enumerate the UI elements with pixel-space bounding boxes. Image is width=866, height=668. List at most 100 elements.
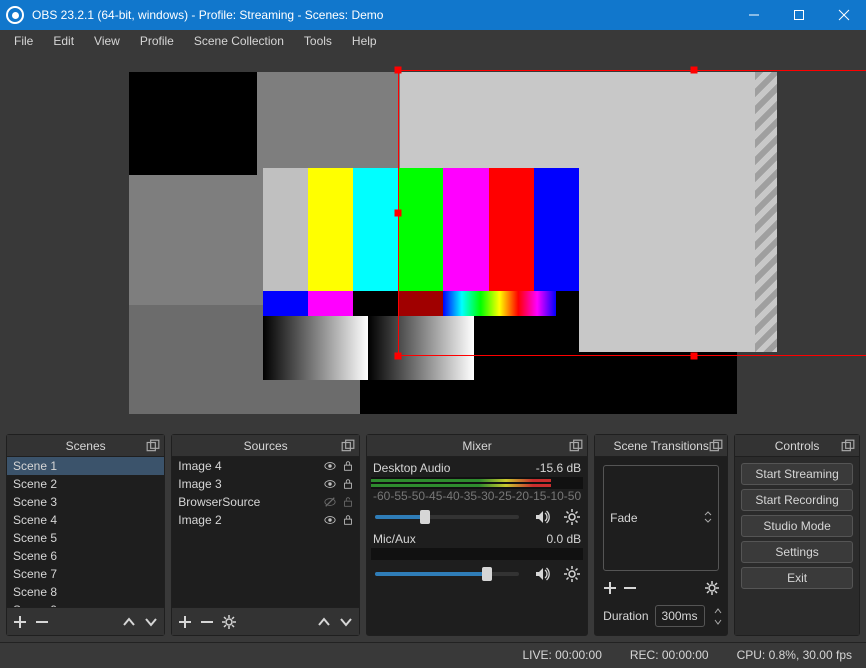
menu-help[interactable]: Help (342, 32, 387, 50)
source-remove-button[interactable] (200, 615, 214, 629)
scene-row[interactable]: Scene 7 (7, 565, 164, 583)
window-minimize-button[interactable] (731, 0, 776, 30)
source-row[interactable]: Image 3 (172, 475, 359, 493)
source-move-down-button[interactable] (339, 615, 353, 629)
dock-detach-icon[interactable] (709, 439, 723, 453)
lock-icon[interactable] (341, 477, 355, 491)
scene-row[interactable]: Scene 5 (7, 529, 164, 547)
scenes-list[interactable]: Scene 1Scene 2Scene 3Scene 4Scene 5Scene… (7, 457, 164, 607)
lock-icon[interactable] (341, 513, 355, 527)
controls-title: Controls (775, 439, 820, 453)
transition-remove-button[interactable] (623, 581, 637, 595)
updown-icon (704, 511, 712, 526)
source-row[interactable]: Image 4 (172, 457, 359, 475)
controls-panel: Controls Start Streaming Start Recording S… (734, 434, 860, 636)
volume-slider[interactable] (375, 572, 519, 576)
statusbar: LIVE: 00:00:00 REC: 00:00:00 CPU: 0.8%, … (0, 642, 866, 666)
menu-profile[interactable]: Profile (130, 32, 184, 50)
menu-file[interactable]: File (4, 32, 43, 50)
scene-row[interactable]: Scene 8 (7, 583, 164, 601)
source-label: Image 2 (176, 513, 319, 527)
preview-selection-outline[interactable] (398, 70, 866, 356)
volume-slider[interactable] (375, 515, 519, 519)
sources-list[interactable]: Image 4 Image 3 BrowserSource Image 2 (172, 457, 359, 607)
mute-button[interactable] (531, 506, 553, 528)
preview-canvas[interactable] (129, 72, 737, 414)
scene-row[interactable]: Scene 6 (7, 547, 164, 565)
window-maximize-button[interactable] (776, 0, 821, 30)
control-button-settings[interactable]: Settings (741, 541, 853, 563)
app-logo-icon (6, 6, 24, 24)
scene-row[interactable]: Scene 1 (7, 457, 164, 475)
duration-value: 300ms (662, 609, 698, 623)
eye-off-icon[interactable] (323, 495, 337, 509)
mixer-channel-db: 0.0 dB (546, 532, 581, 546)
scene-row[interactable]: Scene 2 (7, 475, 164, 493)
transition-properties-button[interactable] (705, 581, 719, 595)
dock-detach-icon[interactable] (146, 439, 160, 453)
scene-row[interactable]: Scene 3 (7, 493, 164, 511)
titlebar: OBS 23.2.1 (64-bit, windows) - Profile: … (0, 0, 866, 30)
mixer-channel-db: -15.6 dB (536, 461, 581, 475)
scene-move-up-button[interactable] (122, 615, 136, 629)
preview-layer-black-tl (129, 72, 257, 175)
source-move-up-button[interactable] (317, 615, 331, 629)
lock-icon[interactable] (341, 459, 355, 473)
source-row[interactable]: BrowserSource (172, 493, 359, 511)
preview-area (0, 52, 866, 428)
mute-button[interactable] (531, 563, 553, 585)
transition-select[interactable]: Fade (603, 465, 719, 571)
duration-step-up[interactable] (711, 605, 725, 616)
window-title: OBS 23.2.1 (64-bit, windows) - Profile: … (32, 8, 731, 22)
transition-selected-label: Fade (610, 511, 637, 525)
mixer-settings-button[interactable] (561, 563, 583, 585)
eye-icon[interactable] (323, 513, 337, 527)
preview-handle-bm[interactable] (690, 352, 697, 359)
mixer-settings-button[interactable] (561, 506, 583, 528)
mixer-title: Mixer (462, 439, 491, 453)
source-label: BrowserSource (176, 495, 319, 509)
duration-spinbox[interactable]: 300ms (655, 605, 705, 627)
source-label: Image 3 (176, 477, 319, 491)
preview-handle-ml[interactable] (394, 209, 401, 216)
mixer-channel-name: Desktop Audio (373, 461, 450, 475)
menu-tools[interactable]: Tools (294, 32, 342, 50)
scene-move-down-button[interactable] (144, 615, 158, 629)
scenes-header: Scenes (7, 435, 164, 457)
status-cpu: CPU: 0.8%, 30.00 fps (737, 648, 852, 662)
dock-detach-icon[interactable] (341, 439, 355, 453)
mixer-ticks: -60-55-50-45-40-35-30-25-20-15-10-50 (371, 489, 583, 503)
menu-view[interactable]: View (84, 32, 130, 50)
controls-header: Controls (735, 435, 859, 457)
scenes-panel: Scenes Scene 1Scene 2Scene 3Scene 4Scene… (6, 434, 165, 636)
preview-handle-tl[interactable] (394, 66, 401, 73)
scene-remove-button[interactable] (35, 615, 49, 629)
preview-handle-bl[interactable] (394, 352, 401, 359)
duration-label: Duration (603, 609, 648, 623)
menu-scene-collection[interactable]: Scene Collection (184, 32, 294, 50)
eye-icon[interactable] (323, 459, 337, 473)
dock-detach-icon[interactable] (841, 439, 855, 453)
control-button-studio-mode[interactable]: Studio Mode (741, 515, 853, 537)
transitions-panel: Scene Transitions Fade Duration 300ms (594, 434, 728, 636)
dock-detach-icon[interactable] (569, 439, 583, 453)
preview-handle-tm[interactable] (690, 66, 697, 73)
source-row[interactable]: Image 2 (172, 511, 359, 529)
duration-step-down[interactable] (711, 616, 725, 627)
scene-row[interactable]: Scene 4 (7, 511, 164, 529)
source-properties-button[interactable] (222, 615, 236, 629)
mixer-channel: Desktop Audio -15.6 dB -60-55-50-45-40-35-… (371, 461, 583, 528)
control-button-start-streaming[interactable]: Start Streaming (741, 463, 853, 485)
source-add-button[interactable] (178, 615, 192, 629)
control-button-start-recording[interactable]: Start Recording (741, 489, 853, 511)
sources-title: Sources (244, 439, 288, 453)
lock-open-icon[interactable] (341, 495, 355, 509)
status-rec: REC: 00:00:00 (630, 648, 709, 662)
eye-icon[interactable] (323, 477, 337, 491)
menu-edit[interactable]: Edit (43, 32, 84, 50)
scene-add-button[interactable] (13, 615, 27, 629)
window-close-button[interactable] (821, 0, 866, 30)
source-label: Image 4 (176, 459, 319, 473)
transition-add-button[interactable] (603, 581, 617, 595)
control-button-exit[interactable]: Exit (741, 567, 853, 589)
